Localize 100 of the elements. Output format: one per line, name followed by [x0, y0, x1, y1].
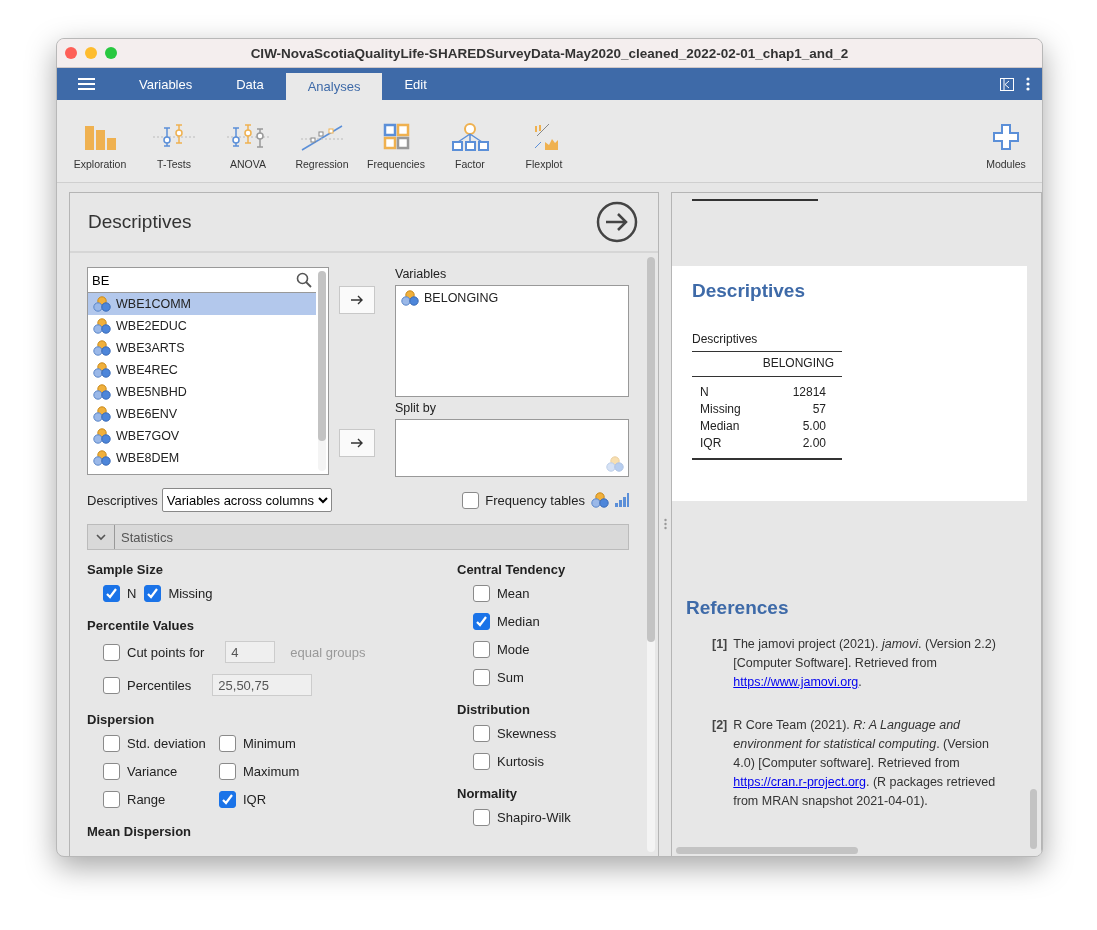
toolbar-button[interactable]: ANOVA — [211, 122, 285, 170]
checkbox[interactable] — [473, 585, 490, 602]
variable-item[interactable]: WBE4REC — [88, 359, 316, 381]
checkbox-label: Mean — [497, 586, 530, 601]
nominal-variable-icon — [93, 384, 111, 400]
checkbox-label: Sum — [497, 670, 524, 685]
group-title: Normality — [457, 786, 518, 801]
group-title: Central Tendency — [457, 562, 567, 577]
menu-tab[interactable]: Edit — [382, 68, 449, 100]
results-title: Descriptives — [692, 280, 806, 302]
checkbox[interactable] — [219, 735, 236, 752]
variable-item[interactable]: WBE3ARTS — [88, 337, 316, 359]
checkbox-label: Shapiro-Wilk — [497, 810, 571, 825]
variable-item[interactable]: WBE1COMM — [88, 293, 316, 315]
variable-item[interactable]: BELONGING — [401, 290, 623, 306]
checkbox-label: Missing — [168, 586, 213, 601]
splitter-handle-icon — [663, 518, 667, 530]
move-button[interactable] — [339, 429, 375, 457]
run-button[interactable] — [596, 201, 638, 243]
target-list[interactable]: BELONGING — [395, 285, 629, 397]
checkbox[interactable] — [103, 676, 120, 694]
tree-diagram-icon — [449, 122, 491, 152]
toolbar-button[interactable]: Frequencies — [359, 122, 433, 170]
arrow-icon — [350, 438, 364, 448]
checkbox[interactable] — [473, 809, 490, 826]
text-field[interactable]: 4 — [225, 641, 276, 663]
section-title: Statistics — [120, 529, 173, 545]
text-field[interactable]: 25,50,75 — [212, 674, 313, 696]
menu-icon[interactable] — [78, 77, 96, 91]
target-list[interactable] — [395, 419, 629, 477]
variable-name: WBE8DEM — [116, 451, 180, 465]
reference-number: [1] — [712, 636, 728, 653]
checkbox-label: Mode — [497, 642, 530, 657]
toolbar-button[interactable]: T-Tests — [137, 122, 211, 170]
checkbox[interactable] — [473, 669, 490, 686]
variable-item[interactable]: WBE8DEM — [88, 447, 316, 469]
checkbox[interactable] — [103, 791, 120, 808]
variable-item[interactable]: WBE7GOV — [88, 425, 316, 447]
scrollbar[interactable] — [647, 257, 655, 852]
variable-item[interactable]: WBE6ENV — [88, 403, 316, 425]
nominal-variable-icon — [93, 406, 111, 422]
field-label: Descriptives — [87, 492, 158, 508]
checkbox[interactable] — [103, 735, 120, 752]
toolbar-button[interactable]: Exploration — [63, 122, 137, 170]
reference-number: [2] — [712, 717, 728, 734]
variable-name: WBE2EDUC — [116, 319, 187, 333]
reference-link[interactable]: https://cran.r-project.org — [733, 775, 866, 789]
variable-name: WBE1COMM — [116, 297, 191, 311]
modules-button[interactable]: Modules — [976, 122, 1036, 170]
group-title: Mean Dispersion — [87, 824, 193, 839]
scrollbar[interactable] — [676, 847, 858, 854]
variable-name: WBE6ENV — [116, 407, 178, 421]
nominal-variable-icon — [591, 492, 609, 508]
checkbox[interactable] — [473, 725, 490, 742]
checkbox-label: Percentiles — [127, 677, 192, 693]
checkbox[interactable] — [219, 791, 236, 808]
variable-name: WBE5NBHD — [116, 385, 187, 399]
table-cell-text: 57 — [811, 401, 827, 418]
field-suffix: equal groups — [290, 644, 366, 660]
scrollbar[interactable] — [1030, 789, 1037, 849]
search-icon — [296, 272, 312, 288]
checkbox-label: IQR — [243, 792, 267, 807]
toolbar-button[interactable]: Regression — [285, 122, 359, 170]
zoom-button[interactable] — [105, 47, 117, 59]
variable-item[interactable]: WBE2EDUC — [88, 315, 316, 337]
panel-toggle-icon — [1000, 77, 1014, 91]
checkbox[interactable] — [219, 763, 236, 780]
window-title: CIW-NovaScotiaQualityLife-SHAREDSurveyData-May2020_cleaned_2022-02-01_chap1_and_2 — [249, 45, 850, 61]
checkbox[interactable] — [103, 763, 120, 780]
nominal-variable-icon — [401, 290, 419, 306]
layout-dropdown[interactable]: Variables across columns — [161, 488, 332, 512]
checkbox-label: Skewness — [497, 726, 557, 741]
checkbox-label: Variance — [127, 764, 178, 779]
menu-tab[interactable]: Data — [214, 68, 286, 100]
checkbox[interactable] — [103, 643, 120, 661]
move-button[interactable] — [339, 286, 375, 314]
checkbox[interactable] — [473, 641, 490, 658]
checkbox-label: N — [127, 586, 137, 601]
checkbox-label: Kurtosis — [497, 754, 544, 769]
close-button[interactable] — [65, 47, 77, 59]
scrollbar[interactable] — [318, 271, 326, 471]
checkbox[interactable] — [473, 613, 490, 630]
search-field[interactable]: BE — [92, 269, 296, 291]
row-label: Median — [699, 418, 741, 435]
checkbox[interactable] — [473, 753, 490, 770]
checkbox[interactable] — [462, 491, 480, 509]
nominal-variable-icon — [93, 318, 111, 334]
checkbox[interactable] — [144, 585, 162, 602]
menu-tab[interactable]: Analyses — [285, 73, 383, 100]
variable-item[interactable]: WBE5NBHD — [88, 381, 316, 403]
checkbox-label: Median — [497, 614, 540, 629]
group-title: Dispersion — [87, 712, 156, 727]
toolbar-button[interactable]: Flexplot — [507, 122, 581, 170]
checkbox[interactable] — [103, 585, 120, 602]
checkbox-label: Std. deviation — [127, 736, 206, 751]
group-title: Percentile Values — [87, 618, 195, 633]
target-label: Split by — [395, 401, 437, 415]
table-cell-text: 5.00 — [801, 418, 827, 435]
menu-tab[interactable]: Variables — [117, 68, 215, 100]
toolbar-button[interactable]: Factor — [433, 122, 507, 170]
